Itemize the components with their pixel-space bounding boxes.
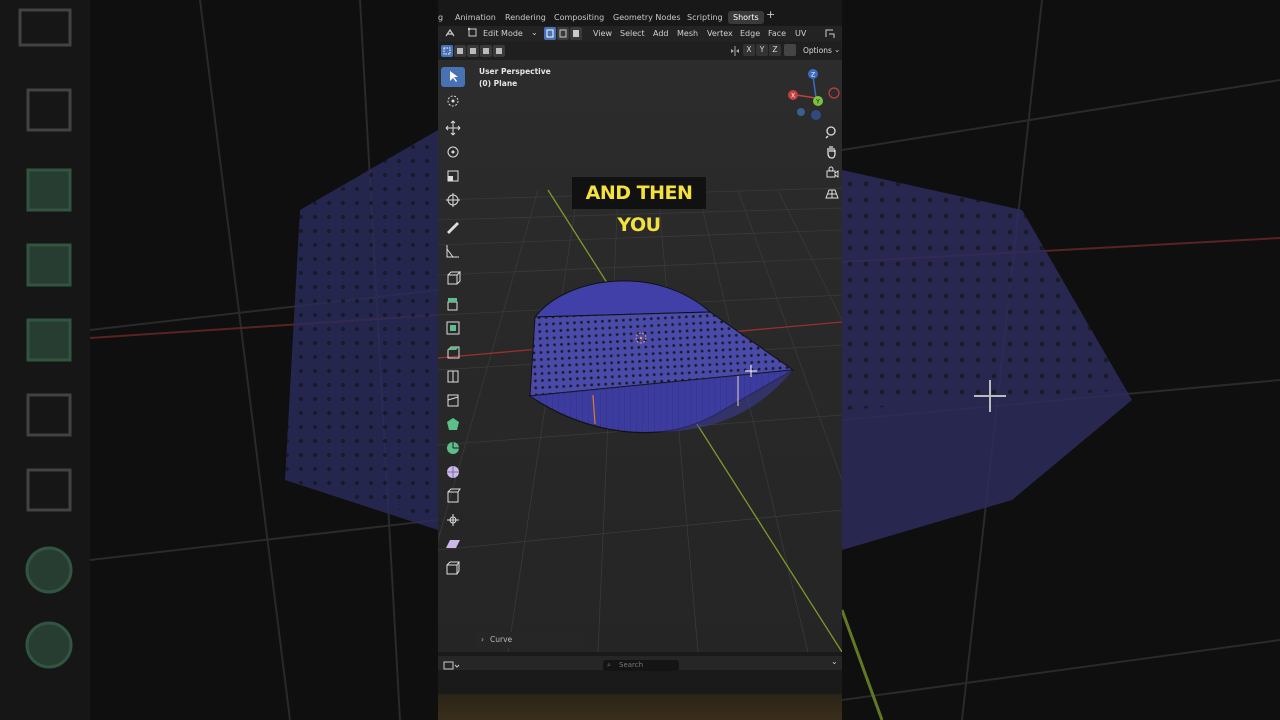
timeline-strip bbox=[438, 694, 842, 720]
tab-shorts[interactable]: Shorts bbox=[728, 11, 764, 24]
tab-animation[interactable]: Animation bbox=[455, 12, 496, 24]
menu-add[interactable]: Add bbox=[653, 29, 669, 38]
bevel-tool-icon[interactable] bbox=[441, 342, 465, 362]
mirror-y-toggle[interactable]: Y bbox=[756, 44, 768, 56]
viewport-scene: Z X Y bbox=[438, 60, 842, 652]
add-workspace-icon[interactable]: + bbox=[766, 9, 775, 21]
mirror-icon bbox=[730, 46, 740, 58]
blender-window: g Animation Rendering Compositing Geomet… bbox=[438, 0, 842, 720]
smooth-tool-icon[interactable] bbox=[441, 462, 465, 482]
3d-viewport[interactable]: Z X Y User Perspective (0) Plane AND THE… bbox=[438, 60, 842, 652]
camera-view-icon[interactable] bbox=[824, 165, 840, 181]
loop-cut-tool-icon[interactable] bbox=[441, 366, 465, 386]
move-tool-icon[interactable] bbox=[441, 118, 465, 138]
menu-edge[interactable]: Edge bbox=[740, 29, 760, 38]
svg-text:Y: Y bbox=[815, 99, 820, 106]
mirror-z-toggle[interactable]: Z bbox=[769, 44, 781, 56]
editor-type-icon[interactable] bbox=[443, 657, 461, 676]
tab-geometry-nodes[interactable]: Geometry Nodes bbox=[613, 12, 680, 24]
extrude-tool-icon[interactable] bbox=[441, 294, 465, 314]
search-placeholder: Search bbox=[619, 661, 644, 669]
blurred-viewport-left bbox=[0, 0, 438, 720]
chevron-down-icon[interactable]: ⌄ bbox=[831, 657, 838, 666]
tool-settings-bar: X Y Z Options ⌄ bbox=[438, 43, 842, 60]
svg-text:Z: Z bbox=[811, 72, 815, 79]
bottom-editor-header: ⌕ Search ⌄ bbox=[438, 656, 842, 671]
menu-vertex[interactable]: Vertex bbox=[707, 29, 733, 38]
grid-toggle-icon[interactable] bbox=[824, 186, 840, 202]
editor-type-icon[interactable] bbox=[444, 27, 458, 41]
rotate-tool-icon[interactable] bbox=[441, 142, 465, 162]
operator-panel-label: Curve bbox=[490, 635, 513, 644]
menu-select[interactable]: Select bbox=[620, 29, 645, 38]
view-perspective-label: User Perspective bbox=[479, 67, 551, 76]
search-icon: ⌕ bbox=[607, 661, 611, 669]
shrink-fatten-tool-icon[interactable] bbox=[441, 510, 465, 530]
zoom-icon[interactable] bbox=[824, 124, 840, 140]
pan-hand-icon[interactable] bbox=[824, 144, 840, 160]
wrench-icon[interactable] bbox=[784, 44, 796, 56]
menu-mesh[interactable]: Mesh bbox=[677, 29, 698, 38]
viewport-header: Edit Mode ⌄ View Select Add Mesh Vertex … bbox=[438, 26, 842, 42]
mode-selector[interactable]: Edit Mode bbox=[483, 29, 523, 38]
knife-tool-icon[interactable] bbox=[441, 390, 465, 410]
background-blur-right bbox=[842, 0, 1280, 720]
chevron-down-icon: ⌄ bbox=[834, 45, 841, 54]
scale-tool-icon[interactable] bbox=[441, 166, 465, 186]
tab-partial[interactable]: g bbox=[438, 12, 443, 24]
bottom-editor: ⌕ Search ⌄ bbox=[438, 652, 842, 720]
poly-build-tool-icon[interactable] bbox=[441, 414, 465, 434]
tab-scripting[interactable]: Scripting bbox=[687, 12, 723, 24]
options-dropdown[interactable]: Options bbox=[803, 46, 832, 55]
last-operator-panel[interactable]: › Curve bbox=[476, 632, 584, 648]
search-input[interactable]: ⌕ Search bbox=[603, 660, 679, 671]
tab-rendering[interactable]: Rendering bbox=[505, 12, 546, 24]
rip-region-tool-icon[interactable] bbox=[441, 558, 465, 578]
inset-tool-icon[interactable] bbox=[441, 318, 465, 338]
transform-orientation-icon[interactable] bbox=[824, 27, 836, 41]
select-tool-icon[interactable] bbox=[441, 67, 465, 87]
edit-mode-icon bbox=[467, 27, 478, 41]
svg-text:X: X bbox=[791, 93, 795, 100]
chevron-down-icon: ⌄ bbox=[531, 28, 538, 37]
menu-uv[interactable]: UV bbox=[795, 29, 806, 38]
blurred-viewport-right bbox=[842, 0, 1280, 720]
workspace-tabs-bar: g Animation Rendering Compositing Geomet… bbox=[438, 0, 842, 26]
shear-tool-icon[interactable] bbox=[441, 534, 465, 554]
add-cube-tool-icon[interactable] bbox=[441, 268, 465, 288]
transform-tool-icon[interactable] bbox=[441, 190, 465, 210]
menu-face[interactable]: Face bbox=[768, 29, 786, 38]
annotate-tool-icon[interactable] bbox=[441, 217, 465, 237]
measure-tool-icon[interactable] bbox=[441, 241, 465, 261]
spin-tool-icon[interactable] bbox=[441, 438, 465, 458]
tab-compositing[interactable]: Compositing bbox=[554, 12, 604, 24]
mirror-x-toggle[interactable]: X bbox=[743, 44, 755, 56]
menu-view[interactable]: View bbox=[593, 29, 612, 38]
cursor-tool-icon[interactable] bbox=[441, 91, 465, 111]
selection-mode-icons[interactable] bbox=[441, 45, 505, 57]
video-caption: AND THEN YOU bbox=[572, 177, 706, 236]
active-object-label: (0) Plane bbox=[479, 79, 518, 88]
background-blur-left bbox=[0, 0, 438, 720]
select-mode-buttons[interactable] bbox=[544, 27, 584, 40]
edge-slide-tool-icon[interactable] bbox=[441, 486, 465, 506]
chevron-right-icon: › bbox=[481, 635, 484, 644]
